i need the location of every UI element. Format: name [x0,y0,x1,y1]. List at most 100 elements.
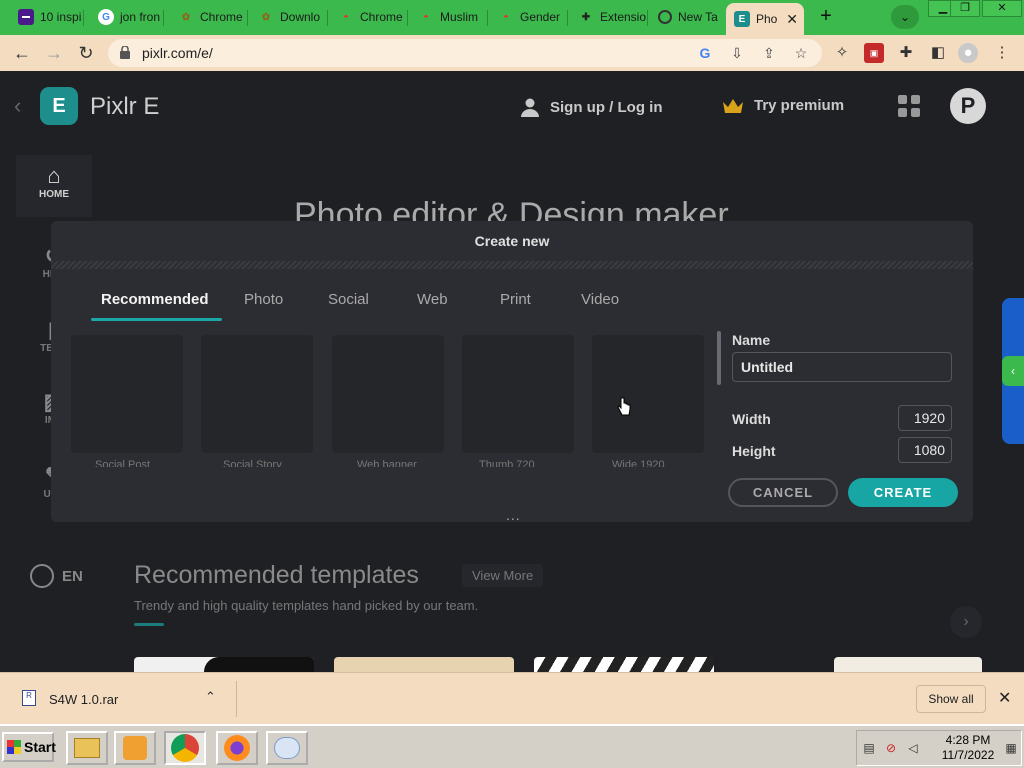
extension-badge-icon[interactable]: ▣ [864,43,884,63]
download-filename[interactable]: S4W 1.0.rar [49,692,118,707]
side-widget[interactable]: ‹ [1002,298,1024,444]
firefox-icon[interactable] [216,731,258,765]
browser-tab[interactable]: ◓ Muslim [410,3,488,31]
browser-tab[interactable]: New Ta [650,3,726,31]
sign-in-link[interactable]: Sign up / Log in [520,97,662,117]
nav-home[interactable]: ⌂ HOME [16,155,92,217]
preset-label: Social Post [95,459,151,467]
tab-web[interactable]: Web [417,291,448,308]
tab-title: 10 inspi [40,10,82,24]
show-all-button[interactable]: Show all [916,685,986,713]
tab-social[interactable]: Social [328,291,369,308]
create-button[interactable]: CREATE [848,478,958,507]
close-tab-icon[interactable]: ✕ [786,11,798,28]
try-premium-link[interactable]: Try premium [722,97,844,114]
dialog-divider [51,261,973,269]
puzzle-icon: ✿ [261,11,271,23]
template-thumbnail[interactable] [834,657,982,672]
more-options-icon[interactable]: ... [506,507,521,523]
windows-logo-icon [7,740,21,754]
preset-card[interactable] [592,335,704,453]
app-name: Pixlr E [90,93,160,120]
browser-tab[interactable]: ✚ Extensio [570,3,648,31]
browser-tab-active[interactable]: E Pho ✕ [726,3,804,35]
browser-tab[interactable]: 10 inspi [10,3,84,31]
chevron-left-icon[interactable]: ‹ [1002,356,1024,386]
section-underline [134,623,164,626]
tab-recommended[interactable]: Recommended [101,291,209,308]
preset-card[interactable] [332,335,444,453]
media-player-icon[interactable] [114,731,156,765]
new-tab-button[interactable]: + [813,5,839,29]
browser-tab[interactable]: ✿ Chrome [170,3,248,31]
browser-tab[interactable]: ◓ Chrome [330,3,408,31]
crown-icon [723,98,743,113]
chevron-up-icon[interactable]: ⌃ [205,689,216,705]
height-field[interactable]: 1080 [898,437,952,463]
chevron-right-icon[interactable]: › [950,606,982,638]
paint-icon[interactable] [266,731,308,765]
tab-photo[interactable]: Photo [244,291,283,308]
security-alert-icon[interactable]: ⊘ [883,741,899,757]
volume-muted-icon[interactable]: ◁ [905,741,921,757]
share-icon[interactable]: ⇪ [760,44,778,62]
template-thumbnail[interactable] [334,657,514,672]
browser-tab[interactable]: ◓ Gender [490,3,568,31]
preset-label: Thumb 720 [479,459,535,467]
pixlr-e-logo[interactable]: E [40,87,78,125]
template-thumbnail[interactable] [534,657,714,672]
browser-tab-strip: 10 inspi G jon fron ✿ Chrome ✿ Downlo ◓ … [0,0,1024,35]
preset-card[interactable] [462,335,574,453]
extensions-puzzle-icon[interactable]: ✚ [896,43,916,63]
width-field[interactable]: 1920 [898,405,952,431]
network-icon[interactable]: ▤ [861,741,877,757]
name-field[interactable]: Untitled [732,352,952,382]
close-icon[interactable]: ✕ [998,688,1011,708]
language-label: EN [62,567,83,585]
browser-tab[interactable]: G jon fron [90,3,164,31]
template-thumbnail[interactable] [134,657,314,672]
clock[interactable]: 4:28 PM 11/7/2022 [937,733,999,763]
view-more-button[interactable]: View More [462,564,544,587]
browser-tab[interactable]: ✿ Downlo [250,3,328,31]
sign-in-label: Sign up / Log in [550,98,663,116]
show-desktop-icon[interactable]: ▦ [1003,741,1019,757]
google-g-icon: G [98,9,114,25]
tab-title: jon fron [120,10,161,24]
restore-button[interactable]: ❐ [950,0,980,17]
preset-card[interactable] [201,335,313,453]
menu-kebab-icon[interactable]: ⋮ [992,43,1012,63]
start-button[interactable]: Start [2,732,56,762]
puzzle-icon: ✚ [581,11,591,23]
preset-card[interactable] [71,335,183,453]
active-tab-indicator [91,318,222,321]
side-panel-icon[interactable]: ◧ [928,43,948,63]
cancel-button[interactable]: CANCEL [728,478,838,507]
pixlr-icon: E [734,11,750,27]
app-header: ‹ E Pixlr E Sign up / Log in Try premium… [0,71,1024,141]
chevron-left-icon[interactable]: ‹ [14,93,21,119]
close-window-button[interactable]: ✕ [982,0,1022,17]
bookmark-star-icon[interactable]: ☆ [792,44,810,62]
forward-button[interactable]: → [42,41,66,65]
apps-grid-icon[interactable] [898,95,920,117]
extension-icon[interactable]: ✧ [832,43,852,63]
browser-toolbar: ← → ↻ pixlr.com/e/ G ⇩ ⇪ ☆ ✧ ▣ ✚ ◧ ● ⋮ [0,35,1024,71]
back-button[interactable]: ← [10,41,34,65]
google-translate-icon[interactable]: G [696,44,714,62]
user-icon [521,98,539,117]
tab-title: Downlo [280,10,321,24]
tab-video[interactable]: Video [581,291,619,308]
install-app-icon[interactable]: ⇩ [728,44,746,62]
chrome-taskbar-icon[interactable] [164,731,206,765]
pixlr-account-icon[interactable]: P [950,88,986,124]
clock-time: 4:28 PM [945,733,991,747]
file-explorer-icon[interactable] [66,731,108,765]
address-bar[interactable]: pixlr.com/e/ G ⇩ ⇪ ☆ [108,39,822,67]
tab-print[interactable]: Print [500,291,531,308]
profile-avatar-icon[interactable]: ● [958,43,978,63]
preset-scrollbar[interactable] [717,331,721,385]
reload-button[interactable]: ↻ [74,41,98,65]
tab-search-button[interactable]: ⌄ [891,5,919,29]
language-selector[interactable]: EN [30,564,83,588]
